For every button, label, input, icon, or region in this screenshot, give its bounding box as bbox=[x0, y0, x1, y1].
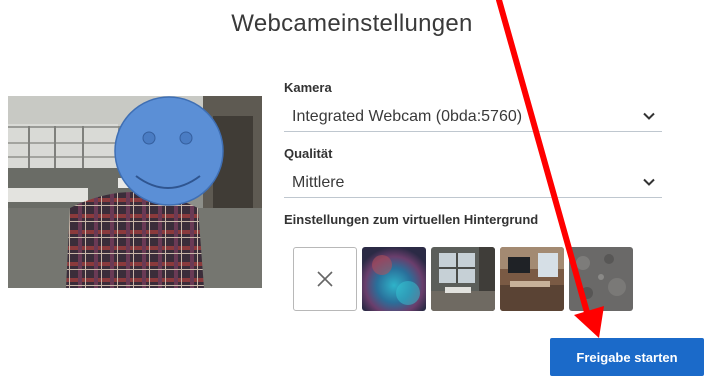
close-icon bbox=[317, 271, 333, 287]
webcam-preview bbox=[8, 96, 262, 288]
camera-select[interactable]: Integrated Webcam (0bda:5760) bbox=[284, 102, 662, 132]
chevron-down-icon bbox=[643, 178, 655, 186]
background-option-none[interactable] bbox=[293, 247, 357, 311]
camera-label: Kamera bbox=[284, 80, 332, 95]
background-option-office[interactable] bbox=[431, 247, 495, 311]
quality-select-value: Mittlere bbox=[292, 174, 345, 191]
background-option-abstract-blur[interactable] bbox=[362, 247, 426, 311]
background-option-modern-office[interactable] bbox=[500, 247, 564, 311]
quality-label: Qualität bbox=[284, 146, 333, 161]
dialog-title: Webcameinstellungen bbox=[231, 10, 473, 37]
background-option-stone-texture[interactable] bbox=[569, 247, 633, 311]
webcam-preview-image bbox=[8, 96, 262, 288]
chevron-down-icon bbox=[643, 112, 655, 120]
virtual-background-label: Einstellungen zum virtuellen Hintergrund bbox=[284, 212, 539, 227]
camera-select-value: Integrated Webcam (0bda:5760) bbox=[292, 108, 523, 125]
quality-select[interactable]: Mittlere bbox=[284, 168, 662, 198]
start-sharing-button[interactable]: Freigabe starten bbox=[550, 338, 704, 376]
